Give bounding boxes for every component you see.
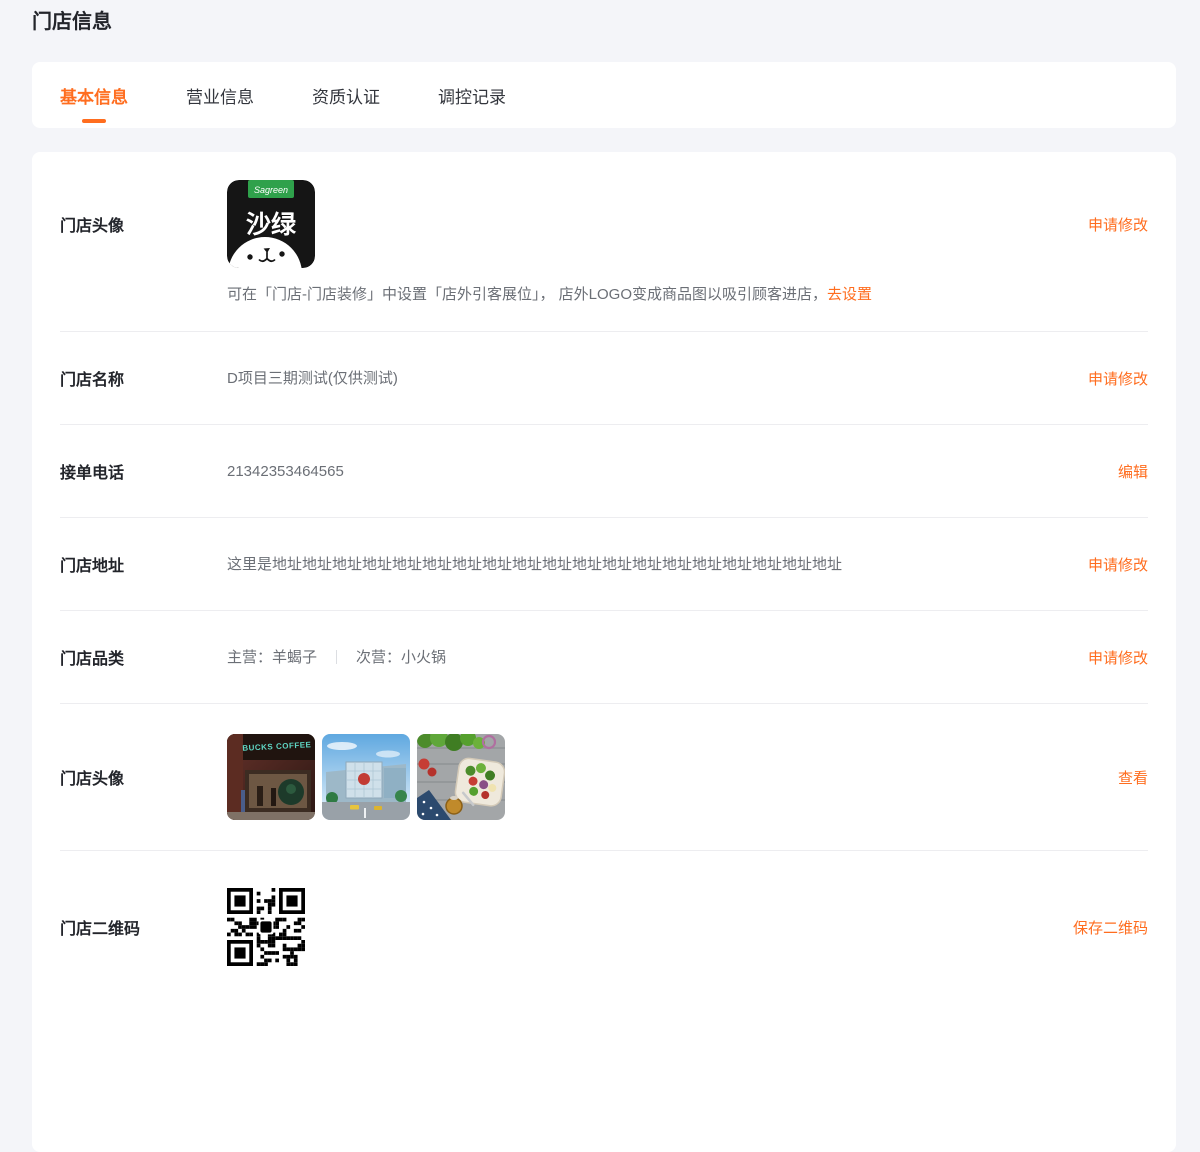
store-qrcode-label: 门店二维码	[60, 921, 141, 938]
store-name-label: 门店名称	[60, 372, 125, 389]
tab-qualification[interactable]: 资质认证	[312, 62, 380, 128]
store-name-value: D项目三期测试(仅供测试)	[227, 369, 398, 387]
mall-photo[interactable]	[322, 734, 410, 820]
apply-modify-name-link[interactable]: 申请修改	[1088, 368, 1148, 389]
order-phone-row: 接单电话 21342353464565 编辑	[60, 425, 1148, 518]
tab-qualification-label: 资质认证	[312, 87, 380, 107]
store-address-value: 这里是地址地址地址地址地址地址地址地址地址地址地址地址地址地址地址地址地址地址地…	[227, 555, 843, 573]
sagreen-bear-logo: Sagreen 沙绿	[227, 180, 315, 268]
store-photos-strip: BUCKS COFFEE	[227, 734, 1118, 820]
qr-code-box	[227, 888, 1073, 966]
store-address-row: 门店地址 这里是地址地址地址地址地址地址地址地址地址地址地址地址地址地址地址地址…	[60, 518, 1148, 611]
salad-photo[interactable]	[417, 734, 505, 820]
tab-bar: 基本信息 营业信息 资质认证 调控记录	[32, 62, 1176, 128]
tab-regulation-record-label: 调控记录	[438, 87, 506, 107]
tab-basic-info[interactable]: 基本信息	[60, 62, 128, 128]
category-divider	[336, 649, 338, 664]
primary-category: 主营：羊蝎子	[227, 648, 318, 666]
save-qrcode-link[interactable]: 保存二维码	[1073, 888, 1148, 966]
order-phone-label: 接单电话	[60, 465, 125, 482]
logo-brand-text: Sagreen	[254, 185, 288, 195]
page-title: 门店信息	[32, 11, 112, 33]
tab-regulation-record[interactable]: 调控记录	[438, 62, 506, 128]
apply-modify-address-link[interactable]: 申请修改	[1088, 554, 1148, 575]
store-category-value: 主营：羊蝎子 次营：小火锅	[227, 647, 1088, 668]
store-avatar-label: 门店头像	[60, 218, 125, 235]
order-phone-value: 21342353464565	[227, 462, 344, 480]
edit-phone-link[interactable]: 编辑	[1118, 461, 1148, 482]
apply-modify-category-link[interactable]: 申请修改	[1088, 647, 1148, 668]
logo-name-text: 沙绿	[246, 210, 297, 239]
tab-business-info[interactable]: 营业信息	[186, 62, 254, 128]
view-photos-link[interactable]: 查看	[1118, 767, 1148, 788]
storefront-photo[interactable]: BUCKS COFFEE	[227, 734, 315, 820]
store-address-label: 门店地址	[60, 558, 125, 575]
store-category-row: 门店品类 主营：羊蝎子 次营：小火锅 申请修改	[60, 611, 1148, 704]
tab-business-info-label: 营业信息	[186, 87, 254, 107]
store-avatar-row: 门店头像 Sagreen 沙绿 可在「门店-门店装修」中设置「店外引客展位」， …	[60, 152, 1148, 332]
store-photos-row: 门店头像 BUCKS COFFEE 查看	[60, 704, 1148, 851]
apply-modify-avatar-link[interactable]: 申请修改	[1088, 180, 1148, 268]
store-name-row: 门店名称 D项目三期测试(仅供测试) 申请修改	[60, 332, 1148, 425]
avatar-hint-body: 可在「门店-门店装修」中设置「店外引客展位」， 店外LOGO变成商品图以吸引顾客…	[227, 286, 828, 303]
avatar-hint-text: 可在「门店-门店装修」中设置「店外引客展位」， 店外LOGO变成商品图以吸引顾客…	[227, 284, 1088, 305]
secondary-category: 次营：小火锅	[356, 648, 447, 666]
active-tab-indicator	[82, 119, 106, 123]
store-info-card: 门店头像 Sagreen 沙绿 可在「门店-门店装修」中设置「店外引客展位」， …	[32, 152, 1176, 1152]
qr-code	[227, 888, 305, 966]
store-category-label: 门店品类	[60, 651, 125, 668]
goto-setting-link[interactable]: 去设置	[827, 286, 872, 303]
store-photos-label: 门店头像	[60, 771, 125, 788]
store-logo-image: Sagreen 沙绿	[227, 180, 315, 268]
store-qrcode-row: 门店二维码 保存二维码	[60, 851, 1148, 966]
tab-basic-info-label: 基本信息	[60, 87, 128, 107]
